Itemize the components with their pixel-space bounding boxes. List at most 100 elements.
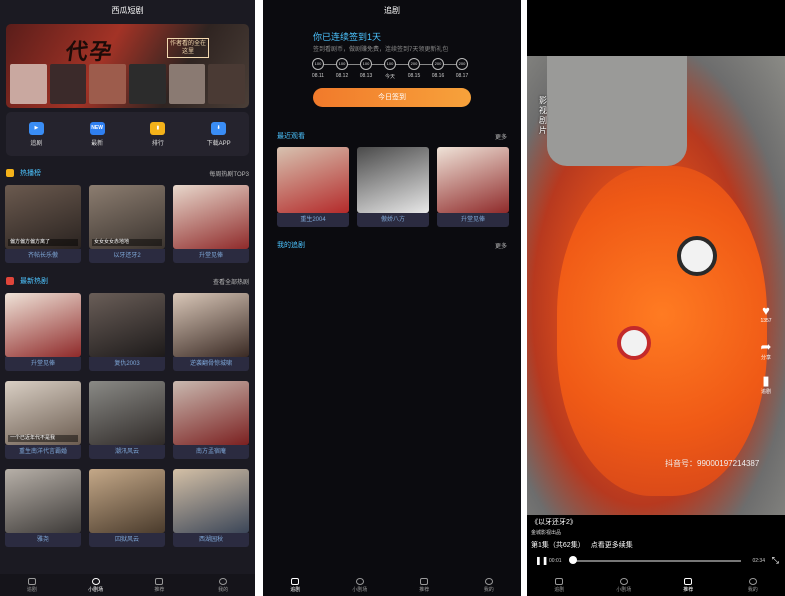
nav-follow[interactable]: ▶ 追剧 bbox=[6, 112, 67, 156]
day-date: 08.12 bbox=[335, 73, 349, 79]
section-more-link[interactable]: 每周热剧TOP3 bbox=[209, 169, 249, 178]
drama-card[interactable]: 复仇2003 bbox=[89, 293, 165, 371]
day-reward: 100 bbox=[312, 58, 324, 70]
banner-thumb bbox=[168, 64, 206, 104]
drama-thumb bbox=[89, 381, 165, 445]
glasses-icon bbox=[27, 577, 36, 585]
tab-theater[interactable]: 小剧场 bbox=[328, 574, 393, 596]
drama-title: 升堂见俸 bbox=[5, 357, 81, 371]
film-icon bbox=[155, 577, 164, 585]
drama-card[interactable]: 囚狱风云 bbox=[89, 469, 165, 547]
share-icon: ➦ bbox=[760, 339, 772, 354]
drama-thumb bbox=[437, 147, 509, 213]
tab-mine[interactable]: 我的 bbox=[191, 574, 255, 596]
drama-card[interactable]: 西湖园秋 bbox=[173, 469, 249, 547]
drama-card[interactable]: 升堂见俸 bbox=[173, 185, 249, 263]
day-reward: 200 bbox=[456, 58, 468, 70]
rank-icon: ▮ bbox=[150, 121, 166, 135]
drama-card[interactable]: 逆袭翻骨惊城啸 bbox=[173, 293, 249, 371]
film-icon bbox=[684, 577, 693, 585]
player-screen: 影视剧片 ♥ 1357 ➦ 分享 ▮ 追剧 抖音号：99000197214387… bbox=[527, 0, 785, 596]
drama-card[interactable]: 女女女女赤地地 以牙还牙2 bbox=[89, 185, 165, 263]
nav-rank[interactable]: ▮ 排行 bbox=[128, 112, 189, 156]
glasses-icon bbox=[555, 577, 564, 585]
drama-title: 《以牙还牙2》 bbox=[531, 519, 577, 526]
section-more-link[interactable]: 更多 bbox=[495, 132, 507, 141]
drama-thumb bbox=[173, 293, 249, 357]
section-title: 最新热剧 bbox=[20, 278, 48, 285]
sign-in-button[interactable]: 今日签到 bbox=[313, 88, 471, 107]
my-follow-header: 我的追剧 更多 bbox=[277, 240, 507, 252]
drama-thumb bbox=[173, 185, 249, 249]
day-reward: 100 bbox=[384, 58, 396, 70]
quick-nav: ▶ 追剧 NEW 最新 ▮ 排行 ⬇ 下载APP bbox=[6, 112, 249, 156]
drama-thumb: 一个已近年代不是我 bbox=[5, 381, 81, 445]
banner-thumb bbox=[10, 64, 47, 104]
download-icon: ⬇ bbox=[211, 121, 227, 135]
tab-follow[interactable]: 追剧 bbox=[263, 574, 328, 596]
pause-icon[interactable]: ❚❚ bbox=[535, 556, 548, 565]
tab-recommend[interactable]: 推荐 bbox=[392, 574, 457, 596]
day-reward: 200 bbox=[408, 58, 420, 70]
tab-label: 推荐 bbox=[154, 586, 165, 593]
stone-lion-shape bbox=[547, 56, 687, 166]
tab-label: 小剧场 bbox=[616, 586, 632, 593]
video-frame[interactable]: 影视剧片 ♥ 1357 ➦ 分享 ▮ 追剧 bbox=[527, 56, 785, 515]
like-button[interactable]: ♥ 1357 bbox=[755, 304, 777, 325]
play-icon: ▶ bbox=[28, 121, 44, 135]
nav-new[interactable]: NEW 最新 bbox=[67, 112, 128, 156]
new-icon: NEW bbox=[89, 121, 105, 135]
drama-title: 南方孟宿庵 bbox=[173, 445, 249, 459]
sign-day: 200 08.16 bbox=[431, 58, 445, 79]
section-title: 最近观看 bbox=[277, 133, 305, 140]
banner-thumb bbox=[129, 64, 166, 104]
progress-bar[interactable] bbox=[571, 560, 741, 562]
drama-card[interactable]: 南方孟宿庵 bbox=[173, 381, 249, 459]
section-title: 热播榜 bbox=[20, 170, 41, 177]
drama-title: 重生南洋代言霸婚 bbox=[5, 445, 81, 459]
total-time: 02:34 bbox=[752, 558, 765, 564]
tab-follow[interactable]: 追剧 bbox=[0, 574, 64, 596]
drama-card[interactable]: 一个已近年代不是我 重生南洋代言霸婚 bbox=[5, 381, 81, 459]
tab-mine[interactable]: 我的 bbox=[457, 574, 522, 596]
thumb-overlay-text: 偏方偏方偏方离了 bbox=[8, 239, 78, 246]
follow-drama-button[interactable]: ▮ 追剧 bbox=[755, 374, 777, 396]
tab-label: 追剧 bbox=[290, 586, 301, 593]
drama-title: 西湖园秋 bbox=[173, 533, 249, 547]
drama-card[interactable]: 傲娇八方 bbox=[357, 147, 429, 227]
drama-thumb bbox=[5, 293, 81, 357]
follow-screen: 追剧 你已连续签到1天 签到看剧币，做剧赚免费，连续签到7天领更新礼包 100 0… bbox=[263, 0, 521, 596]
drama-title: 齐帖长乐傲 bbox=[5, 249, 81, 263]
tab-theater[interactable]: 小剧场 bbox=[592, 574, 657, 596]
drama-card[interactable]: 潮汛风云 bbox=[89, 381, 165, 459]
nav-download[interactable]: ⬇ 下载APP bbox=[188, 112, 249, 156]
tab-follow[interactable]: 追剧 bbox=[527, 574, 592, 596]
tab-recommend[interactable]: 推荐 bbox=[128, 574, 192, 596]
home-screen: 西瓜短剧 代孕 作者看的全在这里 ▶ 追剧 NEW 最新 ▮ 排行 ⬇ 下载AP… bbox=[0, 0, 255, 596]
drama-card[interactable]: 升堂见俸 bbox=[5, 293, 81, 371]
more-episodes-link[interactable]: 点看更多续集 bbox=[591, 542, 633, 549]
drama-title: 升堂见俸 bbox=[173, 249, 249, 263]
fullscreen-icon[interactable]: ⤡ bbox=[772, 555, 779, 566]
tab-label: 小剧场 bbox=[352, 586, 368, 593]
drama-card[interactable]: 偏方偏方偏方离了 齐帖长乐傲 bbox=[5, 185, 81, 263]
progress-knob[interactable] bbox=[569, 556, 577, 564]
banner-caption: 作者看的全在这里 bbox=[167, 38, 209, 58]
section-more-link[interactable]: 更多 bbox=[495, 241, 507, 250]
nav-label: 最新 bbox=[91, 140, 104, 147]
drama-card[interactable]: 重生2004 bbox=[277, 147, 349, 227]
drama-card[interactable]: 雅尧 bbox=[5, 469, 81, 547]
share-button[interactable]: ➦ 分享 bbox=[755, 339, 777, 362]
tab-mine[interactable]: 我的 bbox=[721, 574, 785, 596]
day-date: 今天 bbox=[384, 74, 395, 80]
drama-thumb: 偏方偏方偏方离了 bbox=[5, 185, 81, 249]
tab-theater[interactable]: 小剧场 bbox=[64, 574, 128, 596]
drama-card[interactable]: 升堂见俸 bbox=[437, 147, 509, 227]
section-more-link[interactable]: 查看全部热剧 bbox=[213, 277, 249, 286]
video-vertical-text: 影视剧片 bbox=[539, 96, 547, 135]
share-label: 分享 bbox=[760, 355, 771, 361]
hero-banner[interactable]: 代孕 作者看的全在这里 bbox=[6, 24, 249, 108]
tab-recommend[interactable]: 推荐 bbox=[656, 574, 721, 596]
episode-line[interactable]: 第1集（共62集） 点看更多续集 bbox=[531, 540, 633, 550]
sign-day: 100 今天 bbox=[383, 58, 397, 80]
